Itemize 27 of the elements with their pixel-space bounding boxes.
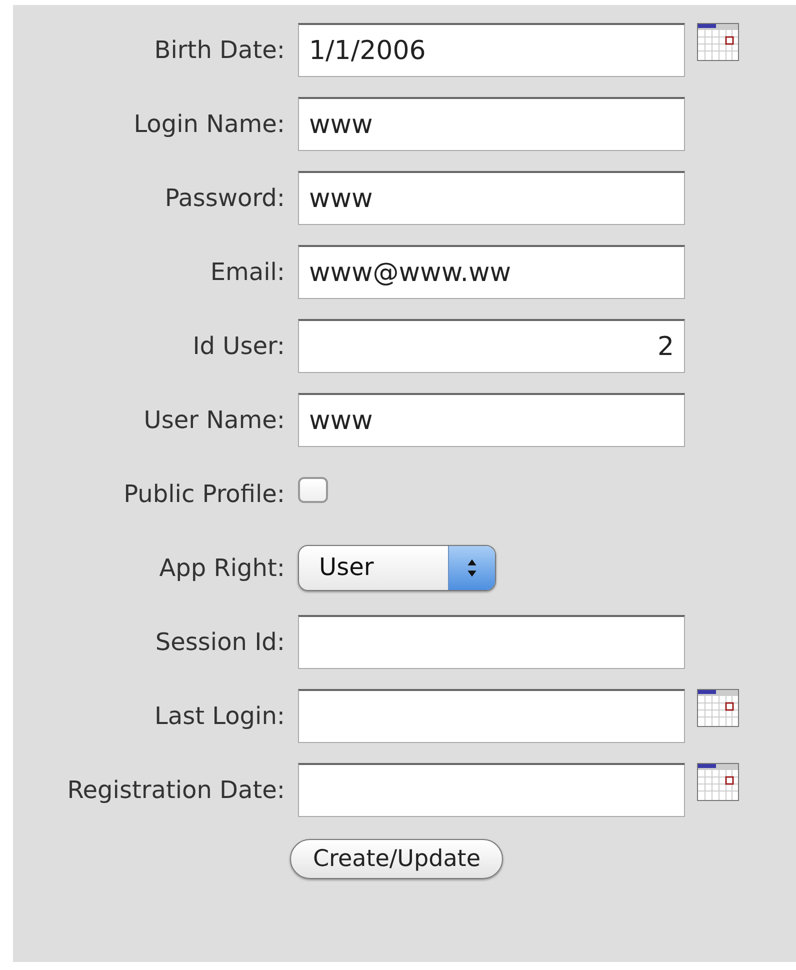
calendar-icon[interactable] (697, 763, 739, 801)
input-field[interactable]: 2 (298, 319, 685, 373)
calendar-icon[interactable] (697, 689, 739, 727)
field-label: Birth Date: (153, 36, 285, 64)
field-label: App Right: (158, 554, 285, 582)
checkbox[interactable] (298, 477, 328, 503)
input-field[interactable]: www@www.ww (298, 245, 685, 299)
field-label: Registration Date: (66, 776, 285, 804)
field-label: Password: (164, 184, 285, 212)
input-field[interactable] (298, 763, 685, 817)
field-label: Email: (209, 258, 285, 286)
field-label: Id User: (192, 332, 285, 360)
input-field[interactable] (298, 615, 685, 669)
dropdown[interactable]: User (298, 545, 496, 591)
field-label: Session Id: (154, 628, 285, 656)
calendar-icon[interactable] (697, 23, 739, 61)
field-label: Public Profile: (122, 480, 285, 508)
input-field[interactable]: www (298, 97, 685, 151)
field-label: Login Name: (132, 110, 285, 138)
create-update-button[interactable]: Create/Update (290, 839, 504, 879)
field-label: User Name: (142, 406, 285, 434)
input-field[interactable]: www (298, 171, 685, 225)
field-label: Last Login: (154, 702, 285, 730)
input-field[interactable]: 1/1/2006 (298, 23, 685, 77)
input-field[interactable] (298, 689, 685, 743)
stepper-arrows-icon (466, 557, 478, 579)
input-field[interactable]: www (298, 393, 685, 447)
